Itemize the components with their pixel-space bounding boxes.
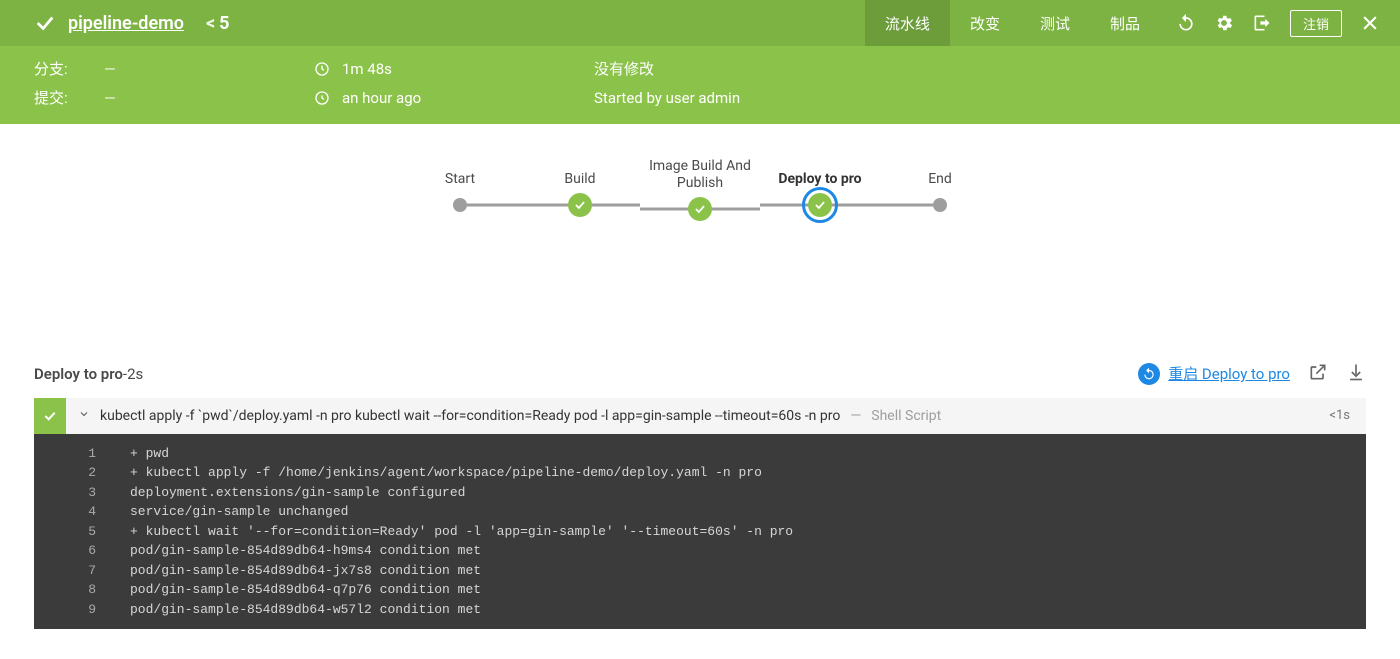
console-output: 1+ pwd2+ kubectl apply -f /home/jenkins/… [34,434,1366,630]
tab-pipeline[interactable]: 流水线 [865,0,950,46]
stage-node[interactable]: Deploy to pro [760,158,880,218]
pipeline-name-link[interactable]: pipeline-demo [68,13,184,34]
changes-value: 没有修改 [594,58,654,79]
stage-name: End [928,158,952,192]
gear-icon[interactable] [1214,13,1234,33]
stage-name: Build [564,158,595,192]
commit-value: — [104,89,116,107]
console-line: 4service/gin-sample unchanged [34,502,1366,522]
tab-tests[interactable]: 测试 [1020,0,1090,46]
stage-graph: Start Build Image Build And PublishDeploy … [400,158,1000,222]
console-line: 2+ kubectl apply -f /home/jenkins/agent/… [34,463,1366,483]
console-line: 5+ kubectl wait '--for=condition=Ready' … [34,522,1366,542]
console-line: 7pod/gin-sample-854d89db64-jx7s8 conditi… [34,561,1366,581]
stage-node[interactable]: End [880,158,1000,218]
logout-button[interactable]: 注销 [1290,10,1342,37]
step-duration: <1s [1329,408,1366,423]
step-command: kubectl apply -f `pwd`/deploy.yaml -n pr… [100,408,840,424]
step-status-icon [34,398,66,434]
clock-icon [314,90,330,106]
success-node-icon [688,197,712,221]
started-by-value: Started by user admin [594,89,740,107]
terminal-node-icon [453,198,467,212]
prev-run-button[interactable]: < [206,13,215,34]
stage-node[interactable]: Image Build And Publish [640,158,760,222]
stage-name: Image Build And Publish [640,158,760,196]
close-icon[interactable] [1360,13,1380,33]
console-line: 8pod/gin-sample-854d89db64-q7p76 conditi… [34,580,1366,600]
step-type: Shell Script [871,408,941,424]
rerun-icon[interactable] [1176,13,1196,33]
stage-node[interactable]: Start [400,158,520,218]
step-stage-duration: 2s [127,365,143,383]
restart-stage-button[interactable]: 重启 Deploy to pro [1138,363,1290,385]
run-info-bar: 分支: — 1m 48s 没有修改 提交: — an hour ago Star… [0,46,1400,124]
success-node-icon [568,193,592,217]
console-line: 6pod/gin-sample-854d89db64-h9ms4 conditi… [34,541,1366,561]
refresh-icon [1138,363,1160,385]
stage-node[interactable]: Build [520,158,640,218]
download-icon[interactable] [1346,362,1366,386]
exit-icon[interactable] [1252,13,1272,33]
commit-label: 提交: [34,87,74,108]
status-check-icon [34,12,56,34]
branch-value: — [104,60,116,78]
tab-artifacts[interactable]: 制品 [1090,0,1160,46]
tab-changes[interactable]: 改变 [950,0,1020,46]
console-line: 1+ pwd [34,444,1366,464]
step-header[interactable]: kubectl apply -f `pwd`/deploy.yaml -n pr… [66,408,1329,424]
terminal-node-icon [933,198,947,212]
step-row: kubectl apply -f `pwd`/deploy.yaml -n pr… [34,398,1366,434]
console-line: 3deployment.extensions/gin-sample config… [34,483,1366,503]
duration-icon [314,61,330,77]
chevron-down-icon [78,408,90,424]
stage-name: Start [445,158,475,192]
tab-bar: 流水线改变测试制品 [865,0,1160,46]
step-stage-name: Deploy to pro [34,365,123,383]
run-number: 5 [219,13,229,34]
branch-label: 分支: [34,58,74,79]
console-line: 9pod/gin-sample-854d89db64-w57l2 conditi… [34,600,1366,620]
success-node-icon [808,193,832,217]
when-value: an hour ago [342,89,421,107]
duration-value: 1m 48s [342,60,392,78]
top-bar: pipeline-demo < 5 流水线改变测试制品 注销 [0,0,1400,46]
restart-label: 重启 Deploy to pro [1168,363,1290,384]
step-type-sep: — [850,408,861,424]
open-external-icon[interactable] [1308,362,1328,386]
